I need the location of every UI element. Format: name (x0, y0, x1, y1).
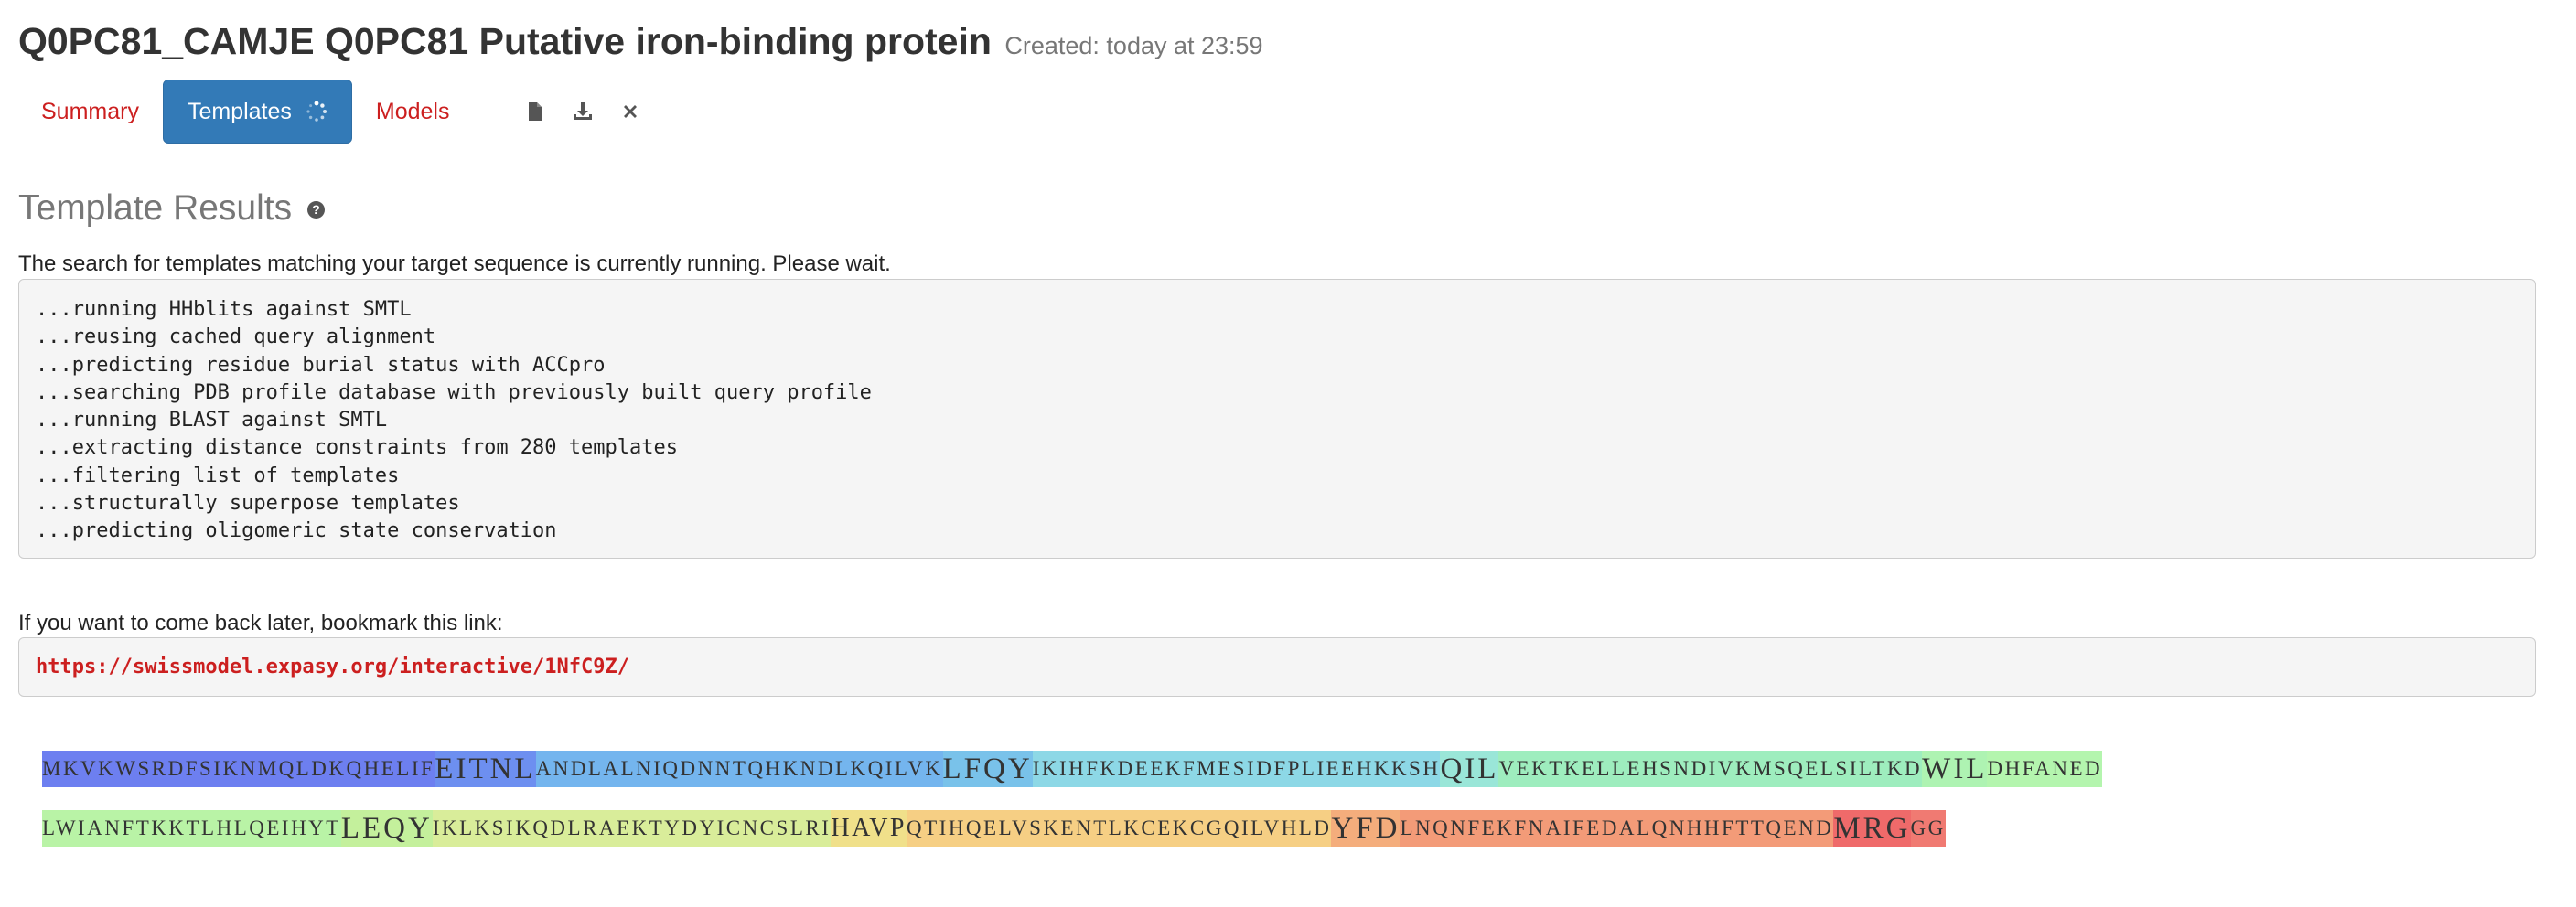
sequence-segment: IKLKSIKQDLRAEKTYDYICNCSLRI (432, 810, 832, 847)
log-line: ...running BLAST against SMTL (36, 409, 388, 432)
bookmark-label: If you want to come back later, bookmark… (18, 611, 503, 635)
status-message: The search for templates matching your t… (18, 251, 891, 276)
file-icon[interactable] (522, 99, 548, 124)
sequence-segment: EITNL (435, 751, 536, 787)
progress-log: ...running HHblits against SMTL ...reusi… (18, 279, 2536, 559)
section-title: Template Results ? (18, 188, 325, 229)
log-line: ...reusing cached query alignment (36, 325, 436, 349)
sequence-segment: LNQNFEKFNAIFEDALQNHHFTTQEND (1400, 810, 1834, 847)
bookmark-box: https://swissmodel.expasy.org/interactiv… (18, 637, 2536, 697)
log-line: ...filtering list of templates (36, 464, 400, 487)
log-line: ...predicting oligomeric state conservat… (36, 519, 557, 543)
tab-summary[interactable]: Summary (18, 80, 163, 143)
sequence-segment: GG (1910, 810, 1946, 847)
sequence-segment: WIL (1922, 751, 1988, 787)
log-line: ...running HHblits against SMTL (36, 298, 412, 321)
sequence-row-2: LWIANFTKKTLHLQEIHYT LEQY IKLKSIKQDLRAEKTYD… (42, 810, 1946, 847)
title-row: Q0PC81_CAMJE Q0PC81 Putative iron-bindin… (18, 20, 1263, 63)
log-line: ...structurally superpose templates (36, 492, 460, 516)
sequence-segment: LWIANFTKKTLHLQEIHYT (42, 810, 341, 847)
sequence-segment: YFD (1331, 810, 1401, 847)
sequence-segment: DHFANED (1987, 751, 2103, 787)
sequence-segment: VEKTKELLEHSNDIVKMSQELSILTKD (1498, 751, 1923, 787)
log-line: ...predicting residue burial status with… (36, 353, 606, 377)
help-icon[interactable]: ? (306, 201, 325, 219)
sequence-segment: LFQY (942, 751, 1033, 787)
tab-templates[interactable]: Templates (162, 80, 352, 144)
created-timestamp: Created: today at 23:59 (1004, 32, 1263, 59)
tab-templates-label: Templates (187, 99, 292, 124)
sequence-segment: IKIHFKDEEKFMESIDFPLIEEHKKSH (1032, 751, 1441, 787)
tab-bar: Summary Templates Models (18, 80, 643, 144)
log-line: ...searching PDB profile database with p… (36, 380, 872, 404)
sequence-segment: MKVKWSRDFSIKNMQLDKQHELIF (42, 751, 435, 787)
sequence-segment: LEQY (340, 810, 433, 847)
spinner-icon (306, 84, 327, 122)
log-line: ...extracting distance constraints from … (36, 436, 678, 460)
bookmark-link[interactable]: https://swissmodel.expasy.org/interactiv… (36, 656, 629, 678)
project-actions (522, 99, 643, 124)
sequence-segment: QIL (1440, 751, 1499, 787)
sequence-segment: HAVP (831, 810, 907, 847)
sequence-row-1: MKVKWSRDFSIKNMQLDKQHELIF EITNL ANDLALNIQDN… (42, 751, 2103, 787)
page-title: Q0PC81_CAMJE Q0PC81 Putative iron-bindin… (18, 20, 992, 62)
sequence-segment: QTIHQELVSKENTLKCEKCGQILVHLD (907, 810, 1332, 847)
sequence-segment: ANDLALNIQDNNTQHKNDLKQILVK (535, 751, 943, 787)
template-results-heading: Template Results (18, 188, 293, 228)
close-icon[interactable] (617, 99, 643, 124)
download-icon[interactable] (570, 99, 596, 124)
sequence-segment: MRG (1833, 810, 1911, 847)
tab-models[interactable]: Models (352, 80, 474, 143)
